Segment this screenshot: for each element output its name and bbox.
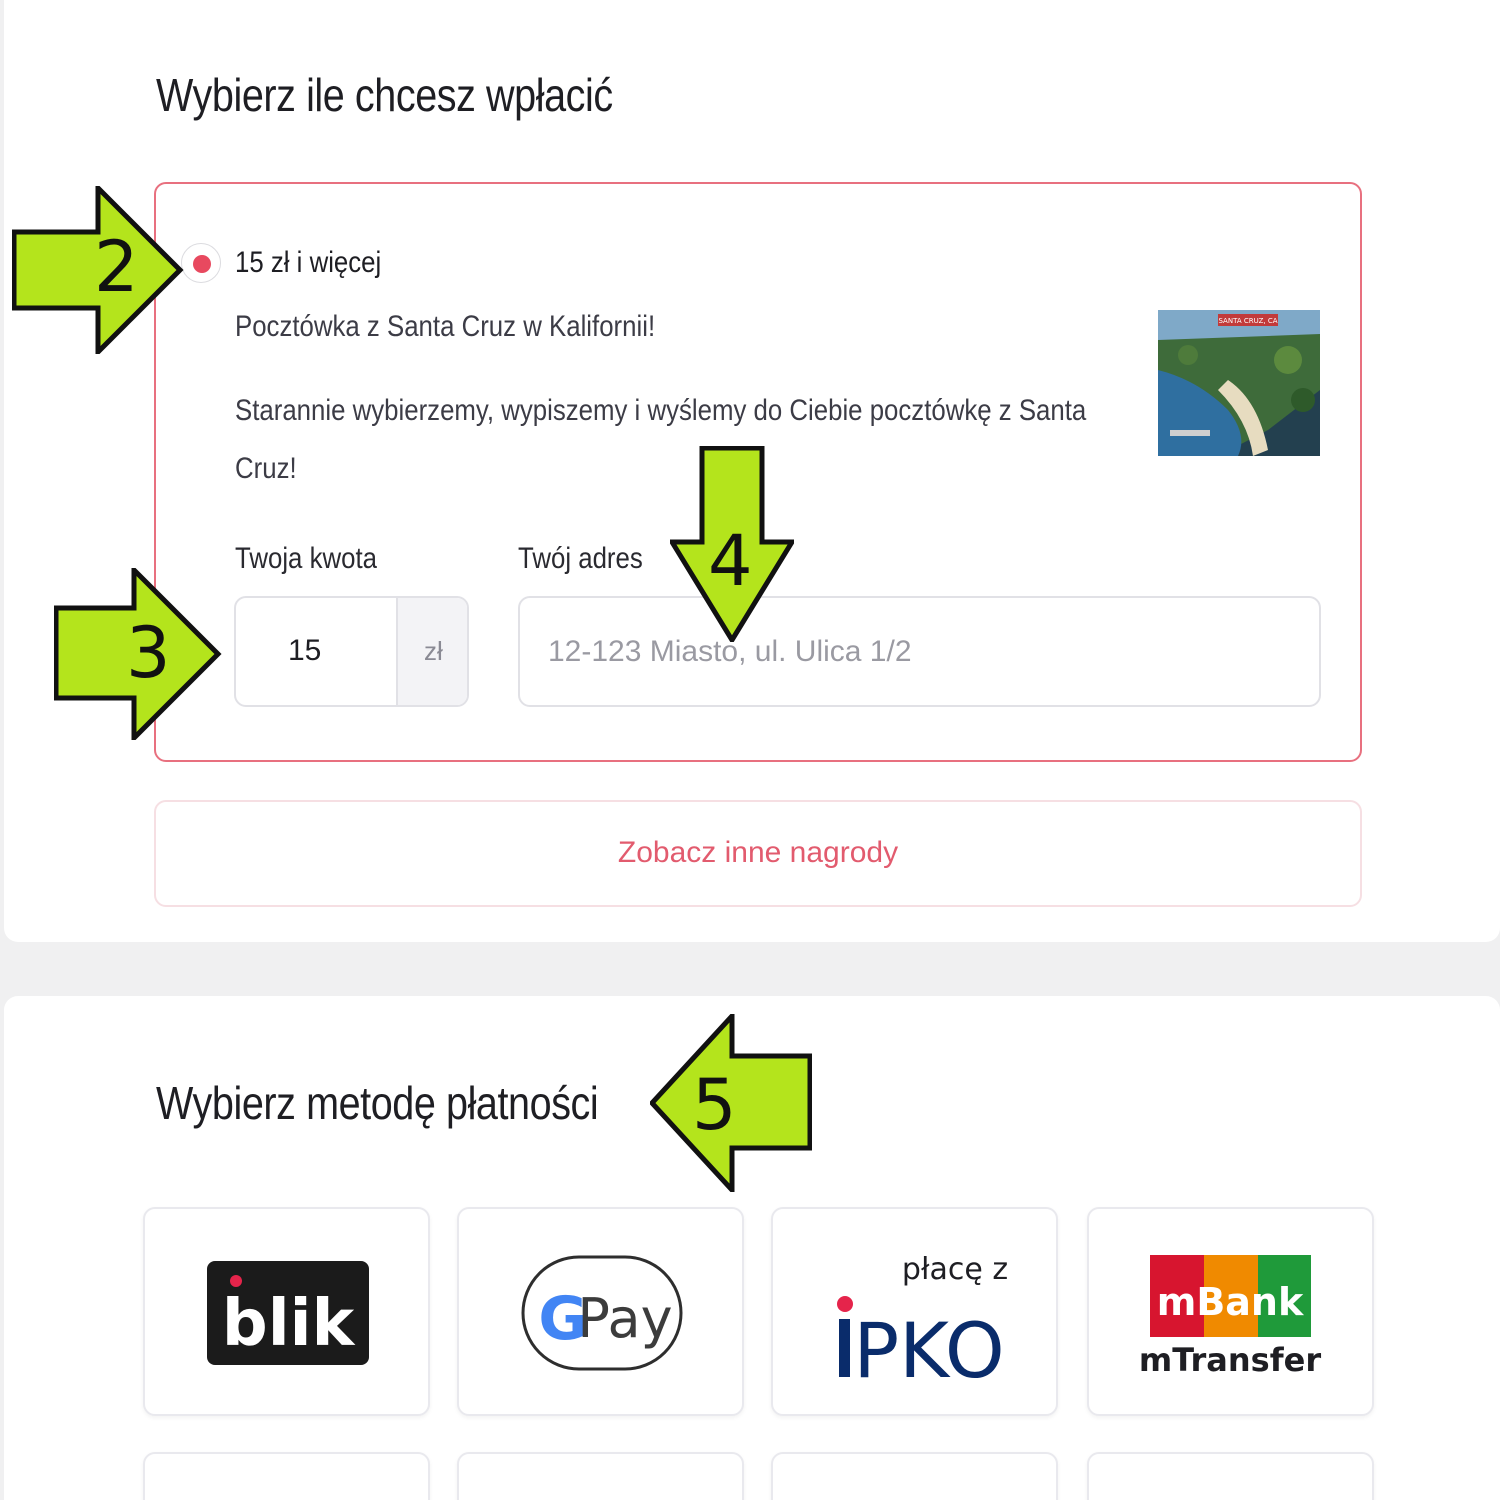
mbank-logo: mBank mTransfer <box>1139 1255 1321 1379</box>
payment-method-tile[interactable] <box>1087 1452 1374 1500</box>
amount-label: Twoja kwota <box>235 542 377 575</box>
amount-value[interactable]: 15 <box>288 634 321 668</box>
gpay-pay: Pay <box>577 1287 672 1350</box>
annotation-arrow-5: 5 <box>648 1009 813 1197</box>
annotation-arrow-4: 4 <box>667 445 797 647</box>
annotation-arrow-2: 2 <box>11 181 184 359</box>
radio-dot <box>193 255 211 273</box>
gpay-logo: G Pay <box>521 1255 683 1371</box>
mbank-bottom-text: mTransfer <box>1139 1341 1321 1379</box>
address-input[interactable] <box>518 596 1321 707</box>
payment-method-tile[interactable] <box>771 1452 1058 1500</box>
reward-title: Pocztówka z Santa Cruz w Kalifornii! <box>235 310 656 343</box>
payment-method-blik[interactable]: blik <box>143 1207 430 1416</box>
annotation-label-5: 5 <box>692 1064 737 1146</box>
annotation-label-2: 2 <box>94 226 139 308</box>
amount-input[interactable]: 15 zł <box>234 596 469 707</box>
payment-method-ipko[interactable]: płacę z PKO <box>771 1207 1058 1416</box>
currency-unit: zł <box>424 636 443 666</box>
mbank-top-text: mBank <box>1157 1280 1304 1324</box>
ipko-top-text: płacę z <box>902 1252 1008 1287</box>
annotation-label-4: 4 <box>708 520 753 602</box>
other-rewards-label: Zobacz inne nagrody <box>617 836 899 869</box>
annotation-label-3: 3 <box>126 612 171 694</box>
reward-tier-label: 15 zł i więcej <box>235 246 382 279</box>
postcard-image: SANTA CRUZ, CA <box>1158 310 1320 456</box>
blik-logo: blik <box>207 1261 369 1365</box>
ipko-logo: płacę z PKO <box>837 1252 1008 1395</box>
reward-description-line2: Cruz! <box>235 452 297 485</box>
ipko-main-text: PKO <box>853 1306 1004 1395</box>
annotation-arrow-3: 3 <box>53 563 222 745</box>
payment-method-tile[interactable] <box>457 1452 744 1500</box>
postcard-caption: SANTA CRUZ, CA <box>1218 317 1277 325</box>
blik-logo-text: blik <box>222 1287 356 1361</box>
payment-method-tile[interactable] <box>143 1452 430 1500</box>
other-rewards-button[interactable]: Zobacz inne nagrody <box>154 800 1362 907</box>
amount-heading: Wybierz ile chcesz wpłacić <box>156 69 613 121</box>
payment-method-mbank[interactable]: mBank mTransfer <box>1087 1207 1374 1416</box>
payment-heading: Wybierz metodę płatności <box>156 1077 599 1129</box>
address-label: Twój adres <box>518 542 643 575</box>
radio-selected-icon[interactable] <box>181 243 221 283</box>
payment-method-gpay[interactable]: G Pay <box>457 1207 744 1416</box>
reward-description-line1: Starannie wybierzemy, wypiszemy i wyślem… <box>235 394 1087 427</box>
currency-addon: zł <box>396 598 467 705</box>
